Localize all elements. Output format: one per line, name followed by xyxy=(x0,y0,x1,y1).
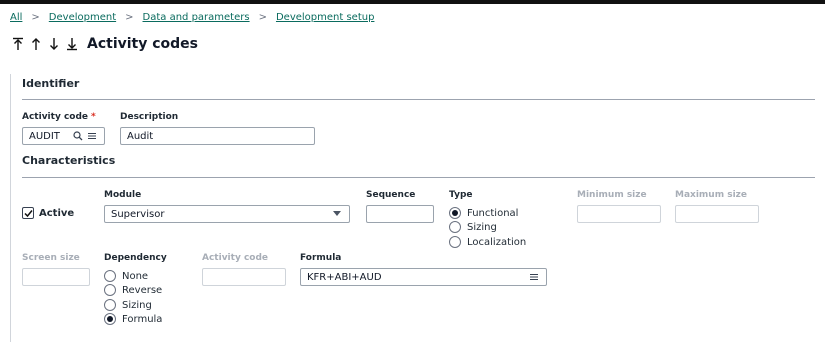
activity-code-field[interactable]: AUDIT xyxy=(22,127,105,145)
radio-icon xyxy=(104,284,116,296)
dependency-label: Dependency xyxy=(104,253,167,263)
description-value: Audit xyxy=(127,130,154,142)
breadcrumb-all[interactable]: All xyxy=(10,12,22,23)
radio-icon xyxy=(104,270,116,282)
previous-record-icon[interactable] xyxy=(29,36,43,52)
chevron-right-icon: > xyxy=(125,12,134,23)
module-label: Module xyxy=(104,190,142,200)
description-field[interactable]: Audit xyxy=(120,127,315,145)
menu-icon[interactable] xyxy=(528,271,540,283)
search-icon[interactable] xyxy=(72,130,84,142)
required-marker: * xyxy=(91,112,96,122)
section-title-characteristics: Characteristics xyxy=(22,154,116,167)
active-checkbox[interactable]: Active xyxy=(22,207,74,219)
radio-icon xyxy=(104,299,116,311)
sequence-field[interactable] xyxy=(366,205,434,223)
dependency-option-none[interactable]: None xyxy=(104,270,148,282)
breadcrumb: All > Development > Data and parameters … xyxy=(10,12,374,23)
radio-icon xyxy=(449,236,461,248)
formula-field[interactable]: KFR+ABI+AUD xyxy=(300,268,547,286)
minimum-size-field[interactable] xyxy=(577,205,661,223)
maximum-size-field[interactable] xyxy=(675,205,759,223)
top-bar xyxy=(0,0,825,4)
chevron-right-icon: > xyxy=(258,12,267,23)
menu-icon[interactable] xyxy=(86,130,98,142)
screen-size-label: Screen size xyxy=(22,253,80,263)
minimum-size-label: Minimum size xyxy=(577,190,647,200)
radio-selected-icon xyxy=(104,313,116,325)
next-record-icon[interactable] xyxy=(47,36,61,52)
type-option-functional[interactable]: Functional xyxy=(449,207,518,219)
section-title-identifier: Identifier xyxy=(22,77,80,90)
breadcrumb-development[interactable]: Development xyxy=(49,12,116,23)
sequence-label: Sequence xyxy=(366,190,416,200)
left-border xyxy=(10,74,11,342)
page-title: Activity codes xyxy=(87,36,199,52)
activity-code-label: Activity code * xyxy=(22,112,96,122)
first-record-icon[interactable] xyxy=(11,36,25,52)
title-bar: Activity codes xyxy=(11,36,198,52)
description-label: Description xyxy=(120,112,179,122)
module-value: Supervisor xyxy=(111,208,165,220)
type-option-localization[interactable]: Localization xyxy=(449,236,526,248)
breadcrumb-data-and-parameters[interactable]: Data and parameters xyxy=(143,12,250,23)
checkbox-checked-icon xyxy=(22,207,34,219)
activity-code-value: AUDIT xyxy=(29,130,60,142)
type-label: Type xyxy=(449,190,473,200)
formula-value: KFR+ABI+AUD xyxy=(307,271,382,283)
dependency-option-sizing[interactable]: Sizing xyxy=(104,299,152,311)
dependency-option-formula[interactable]: Formula xyxy=(104,313,162,325)
dependency-activity-code-field[interactable] xyxy=(202,268,286,286)
dropdown-arrow-icon[interactable] xyxy=(331,208,343,220)
screen-size-field[interactable] xyxy=(22,268,90,286)
module-select[interactable]: Supervisor xyxy=(104,205,350,223)
dependency-activity-code-label: Activity code xyxy=(202,253,269,263)
maximum-size-label: Maximum size xyxy=(675,190,747,200)
dependency-option-reverse[interactable]: Reverse xyxy=(104,284,162,296)
section-divider xyxy=(22,99,815,100)
breadcrumb-development-setup[interactable]: Development setup xyxy=(276,12,374,23)
section-divider xyxy=(22,177,815,178)
last-record-icon[interactable] xyxy=(65,36,79,52)
radio-selected-icon xyxy=(449,207,461,219)
chevron-right-icon: > xyxy=(31,12,40,23)
radio-icon xyxy=(449,221,461,233)
active-label: Active xyxy=(39,207,75,219)
type-option-sizing[interactable]: Sizing xyxy=(449,221,497,233)
formula-label: Formula xyxy=(300,253,342,263)
